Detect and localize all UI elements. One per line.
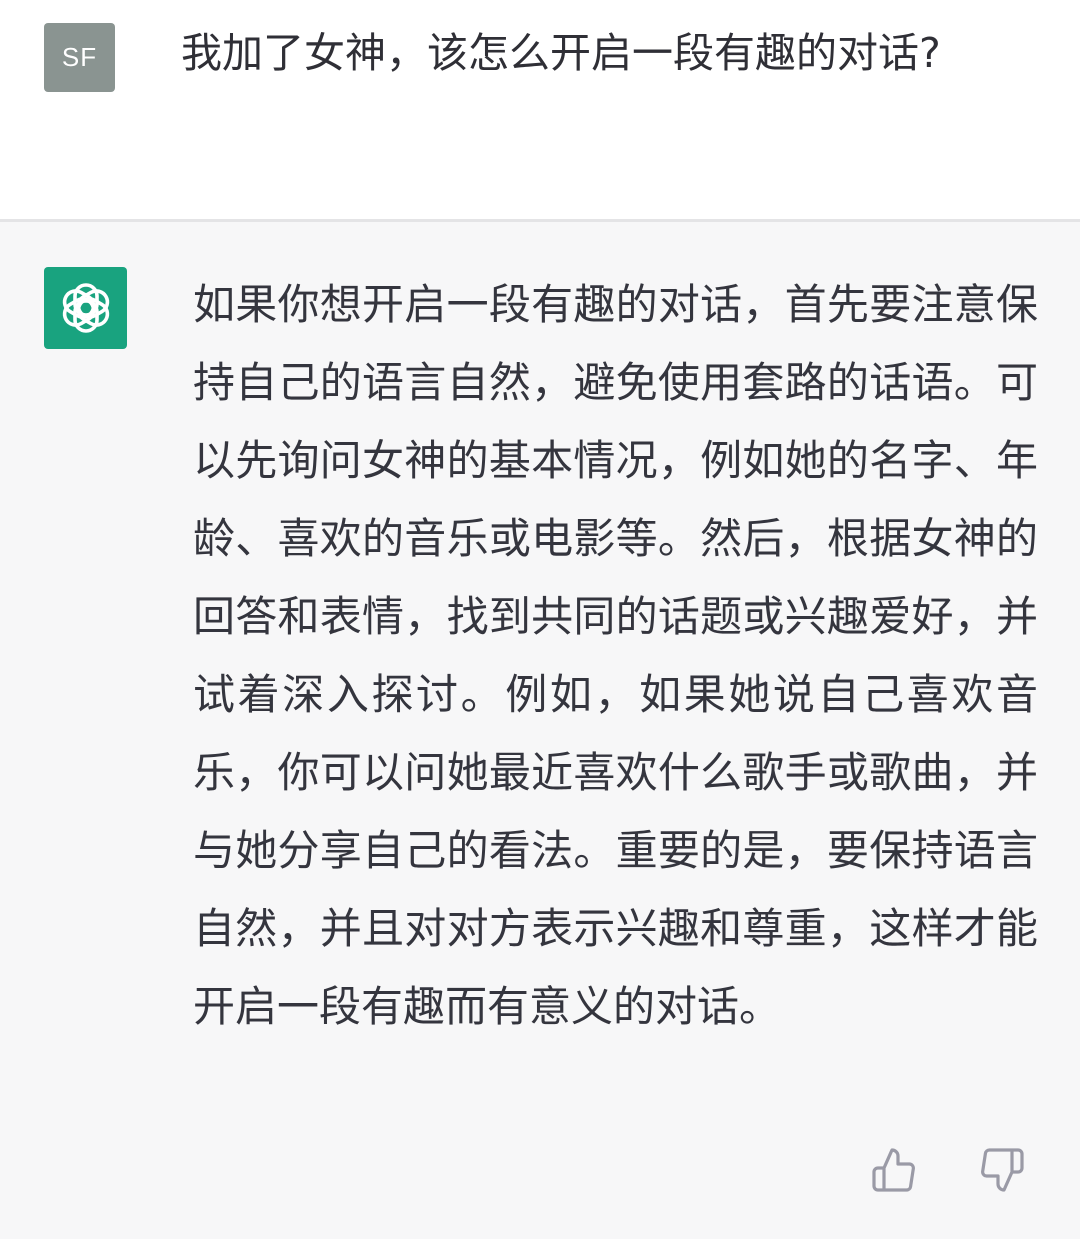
thumbs-down-button[interactable] (974, 1142, 1030, 1198)
openai-logo-icon (62, 283, 109, 333)
assistant-avatar (44, 267, 127, 349)
thumbs-down-icon (981, 1148, 1024, 1192)
thumbs-up-button[interactable] (866, 1142, 922, 1198)
assistant-message-row: 如果你想开启一段有趣的对话，首先要注意保持自己的语言自然，避免使用套路的话语。可… (0, 222, 1080, 1239)
user-avatar: SF (44, 23, 115, 92)
user-message-text: 我加了女神，该怎么开启一段有趣的对话? (181, 29, 941, 77)
assistant-message-text: 如果你想开启一段有趣的对话，首先要注意保持自己的语言自然，避免使用套路的话语。可… (193, 280, 1038, 1031)
user-message-row: SF 我加了女神，该怎么开启一段有趣的对话? (0, 0, 1080, 220)
thumbs-up-icon (872, 1148, 915, 1192)
